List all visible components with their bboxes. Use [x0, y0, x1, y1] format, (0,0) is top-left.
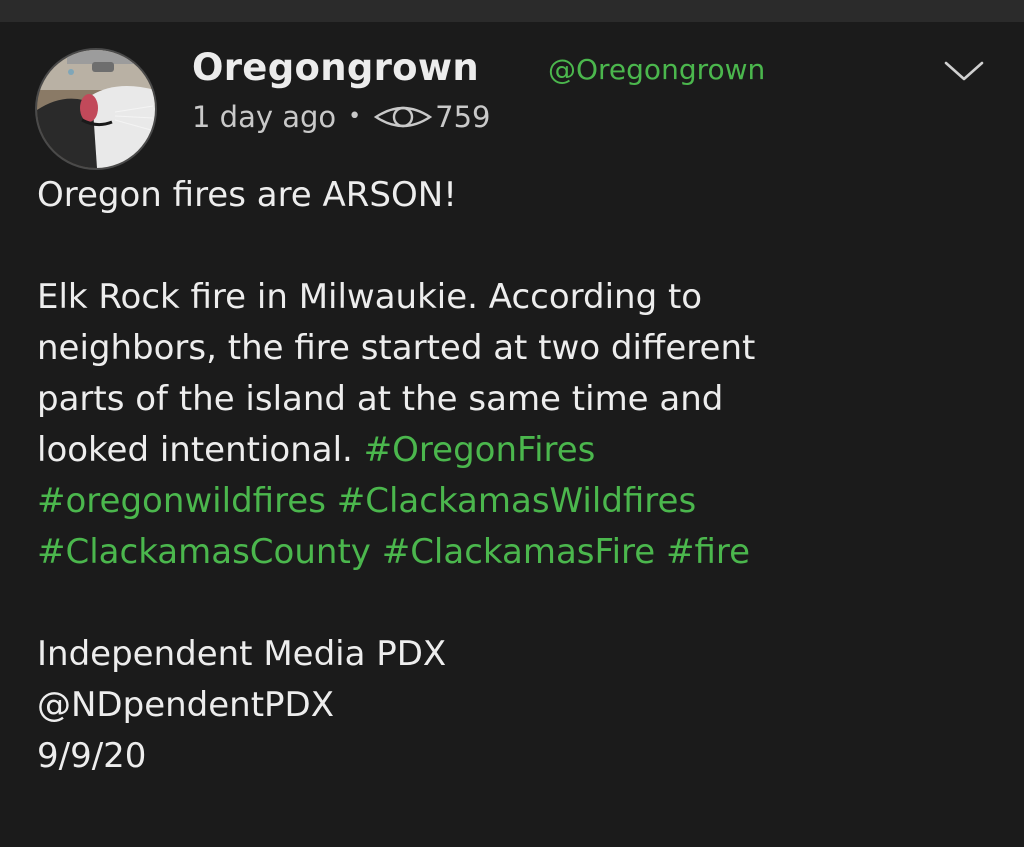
eye-icon	[373, 102, 433, 132]
source-name: Independent Media PDX	[37, 634, 447, 674]
post-body: Oregon fires are ARSON! Elk Rock fire in…	[37, 170, 1007, 782]
chevron-down-icon[interactable]	[943, 55, 985, 85]
post-meta: 1 day ago • 759	[192, 96, 491, 138]
view-count: 759	[435, 100, 491, 134]
hashtag-link[interactable]: #OregonFires	[364, 430, 596, 470]
meta-separator: •	[348, 104, 362, 129]
hashtag-link[interactable]: #ClackamasCounty	[37, 532, 371, 572]
post-body-line: neighbors, the fire started at two diffe…	[37, 328, 756, 368]
author-display-name[interactable]: Oregongrown	[192, 44, 479, 92]
hashtag-link[interactable]: #ClackamasFire	[382, 532, 655, 572]
source-date: 9/9/20	[37, 736, 147, 776]
post-body-line: Elk Rock fire in Milwaukie. According to	[37, 277, 703, 317]
hashtag-line: #ClackamasCounty #ClackamasFire #fire	[37, 527, 1007, 578]
hashtag-link[interactable]: #oregonwildfires	[37, 481, 326, 521]
post-time: 1 day ago	[192, 100, 337, 134]
source-handle: @NDpendentPDX	[37, 685, 335, 725]
post-body-line: looked intentional. #OregonFires	[37, 425, 1007, 476]
post-body-line: parts of the island at the same time and	[37, 379, 724, 419]
author-handle[interactable]: @Oregongrown	[548, 50, 765, 90]
top-strip	[0, 0, 1024, 22]
post-headline: Oregon fires are ARSON!	[37, 175, 457, 215]
hashtag-link[interactable]: #ClackamasWildfires	[337, 481, 696, 521]
author-avatar[interactable]	[37, 50, 155, 168]
hashtag-line: #oregonwildfires #ClackamasWildfires	[37, 476, 1007, 527]
hashtag-link[interactable]: #fire	[666, 532, 750, 572]
cat-avatar-image	[37, 50, 155, 168]
post-body-text: looked intentional.	[37, 430, 353, 470]
